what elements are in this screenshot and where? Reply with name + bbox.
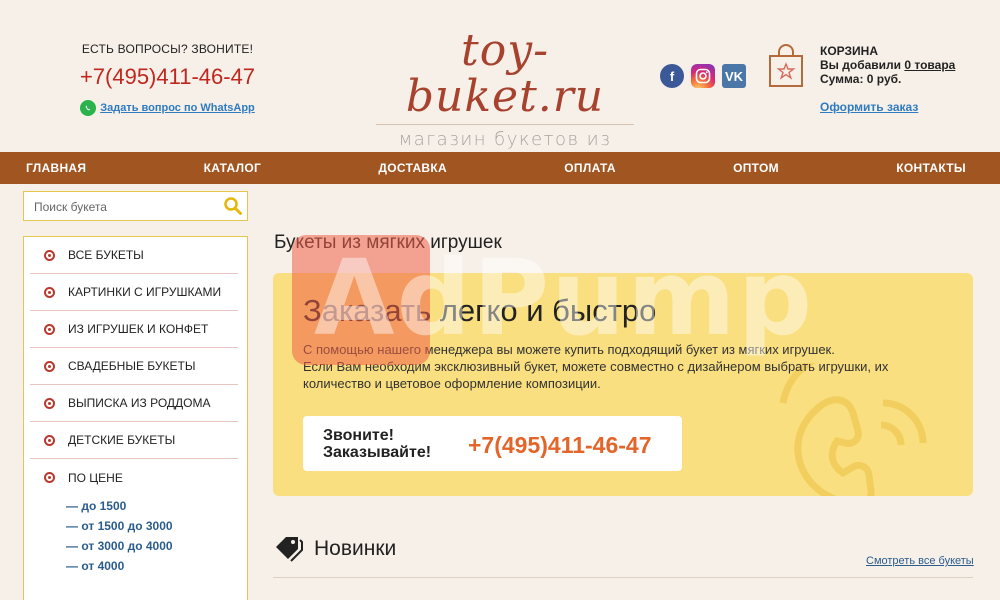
nav-item-delivery[interactable]: ДОСТАВКА (378, 161, 447, 175)
category-sidebar: ВСЕ БУКЕТЫ КАРТИНКИ С ИГРУШКАМИ ИЗ ИГРУШ… (23, 236, 248, 600)
call-line-1: Звоните! (323, 427, 394, 444)
checkout-link[interactable]: Оформить заказ (820, 100, 918, 114)
site-header: ЕСТЬ ВОПРОСЫ? ЗВОНИТЕ! +7(495)411-46-47 … (0, 0, 1000, 171)
bullet-icon (44, 286, 55, 298)
promo-text: С помощью нашего менеджера вы можете куп… (303, 341, 953, 392)
sidebar-item-label: ВСЕ БУКЕТЫ (68, 248, 144, 262)
site-logo[interactable]: toy-buket.ru магазин букетов из игрушек (370, 28, 640, 171)
facebook-icon[interactable]: f (660, 64, 684, 88)
sidebar-item-label: ВЫПИСКА ИЗ РОДДОМА (68, 396, 211, 410)
sidebar-item-label: ИЗ ИГРУШЕК И КОНФЕТ (68, 322, 209, 336)
whatsapp-icon (80, 100, 97, 116)
logo-brand: toy-buket.ru (405, 25, 605, 122)
sidebar-item-toys-candy[interactable]: ИЗ ИГРУШЕК И КОНФЕТ (30, 311, 238, 348)
sidebar-item-kids[interactable]: ДЕТСКИЕ БУКЕТЫ (30, 422, 238, 459)
header-phone[interactable]: +7(495)411-46-47 (60, 64, 275, 90)
cart-title: КОРЗИНА (820, 44, 878, 58)
cart-added-prefix: Вы добавили (820, 58, 905, 72)
price-tag-icon (276, 537, 303, 562)
sidebar-item-by-price[interactable]: ПО ЦЕНЕ (30, 459, 238, 496)
bullet-icon (44, 434, 55, 446)
sidebar-item-wedding[interactable]: СВАДЕБНЫЕ БУКЕТЫ (30, 348, 238, 385)
bullet-icon (44, 360, 55, 372)
call-text: Звоните! Заказывайте! (323, 427, 431, 461)
bullet-icon (44, 323, 55, 335)
nav-item-contacts[interactable]: КОНТАКТЫ (896, 161, 966, 175)
contact-block: ЕСТЬ ВОПРОСЫ? ЗВОНИТЕ! +7(495)411-46-47 … (60, 42, 275, 116)
new-arrivals-title: Новинки (314, 537, 397, 560)
bullet-icon (44, 249, 55, 261)
vk-icon[interactable]: VK (722, 64, 746, 88)
promo-line-2: Если Вам необходим эксклюзивный букет, м… (303, 359, 889, 391)
new-arrivals-heading: Новинки (274, 536, 396, 562)
shopping-bag-icon (769, 44, 803, 87)
promo-line-1: С помощью нашего менеджера вы можете куп… (303, 342, 835, 357)
section-divider (273, 577, 973, 578)
call-box: Звоните! Заказывайте! +7(495)411-46-47 (303, 416, 682, 471)
cart-count-link[interactable]: 0 товара (904, 58, 955, 72)
sidebar-item-label: ДЕТСКИЕ БУКЕТЫ (68, 433, 176, 447)
search-input[interactable]: Поиск букета (23, 191, 248, 221)
search-icon[interactable] (223, 196, 243, 216)
price-range-link[interactable]: — от 1500 до 3000 (66, 516, 238, 536)
logo-divider (376, 124, 634, 125)
sidebar-item-label: ПО ЦЕНЕ (68, 470, 123, 485)
page-title: Букеты из мягких игрушек (274, 232, 502, 253)
sidebar-item-label: СВАДЕБНЫЕ БУКЕТЫ (68, 359, 196, 373)
price-range-link[interactable]: — от 3000 до 4000 (66, 536, 238, 556)
whatsapp-label: Задать вопрос по WhatsApp (100, 102, 255, 114)
whatsapp-link[interactable]: Задать вопрос по WhatsApp (60, 100, 275, 116)
sidebar-item-label: КАРТИНКИ С ИГРУШКАМИ (68, 285, 222, 299)
call-line-2: Заказывайте! (323, 444, 432, 461)
promo-heading: Заказать легко и быстро (303, 293, 657, 328)
nav-item-wholesale[interactable]: ОПТОМ (733, 161, 779, 175)
price-range-link[interactable]: — до 1500 (66, 496, 238, 516)
sidebar-item-maternity[interactable]: ВЫПИСКА ИЗ РОДДОМА (30, 385, 238, 422)
bullet-icon (44, 472, 55, 483)
cart-added: Вы добавили 0 товара (820, 58, 1000, 72)
sidebar-item-pictures[interactable]: КАРТИНКИ С ИГРУШКАМИ (30, 274, 238, 311)
sidebar-item-all[interactable]: ВСЕ БУКЕТЫ (30, 237, 238, 274)
cart-sum: Сумма: 0 руб. (820, 72, 902, 86)
instagram-icon[interactable] (691, 64, 715, 88)
nav-item-payment[interactable]: ОПЛАТА (564, 161, 616, 175)
main-nav: ГЛАВНАЯ КАТАЛОГ ДОСТАВКА ОПЛАТА ОПТОМ КО… (0, 152, 1000, 184)
cart-summary: КОРЗИНА Вы добавили 0 товара Сумма: 0 ру… (820, 44, 1000, 86)
social-links: f VK (660, 64, 746, 88)
call-phone[interactable]: +7(495)411-46-47 (468, 432, 652, 459)
price-range-link[interactable]: — от 4000 (66, 556, 238, 576)
price-ranges: — до 1500 — от 1500 до 3000 — от 3000 до… (30, 496, 238, 576)
search-placeholder: Поиск букета (34, 200, 107, 214)
see-all-link[interactable]: Смотреть все букеты (866, 555, 974, 567)
questions-label: ЕСТЬ ВОПРОСЫ? ЗВОНИТЕ! (81, 42, 254, 56)
nav-item-catalog[interactable]: КАТАЛОГ (204, 161, 261, 175)
promo-banner: Заказать легко и быстро С помощью нашего… (273, 273, 973, 496)
nav-item-home[interactable]: ГЛАВНАЯ (26, 161, 86, 175)
bullet-icon (44, 397, 55, 409)
